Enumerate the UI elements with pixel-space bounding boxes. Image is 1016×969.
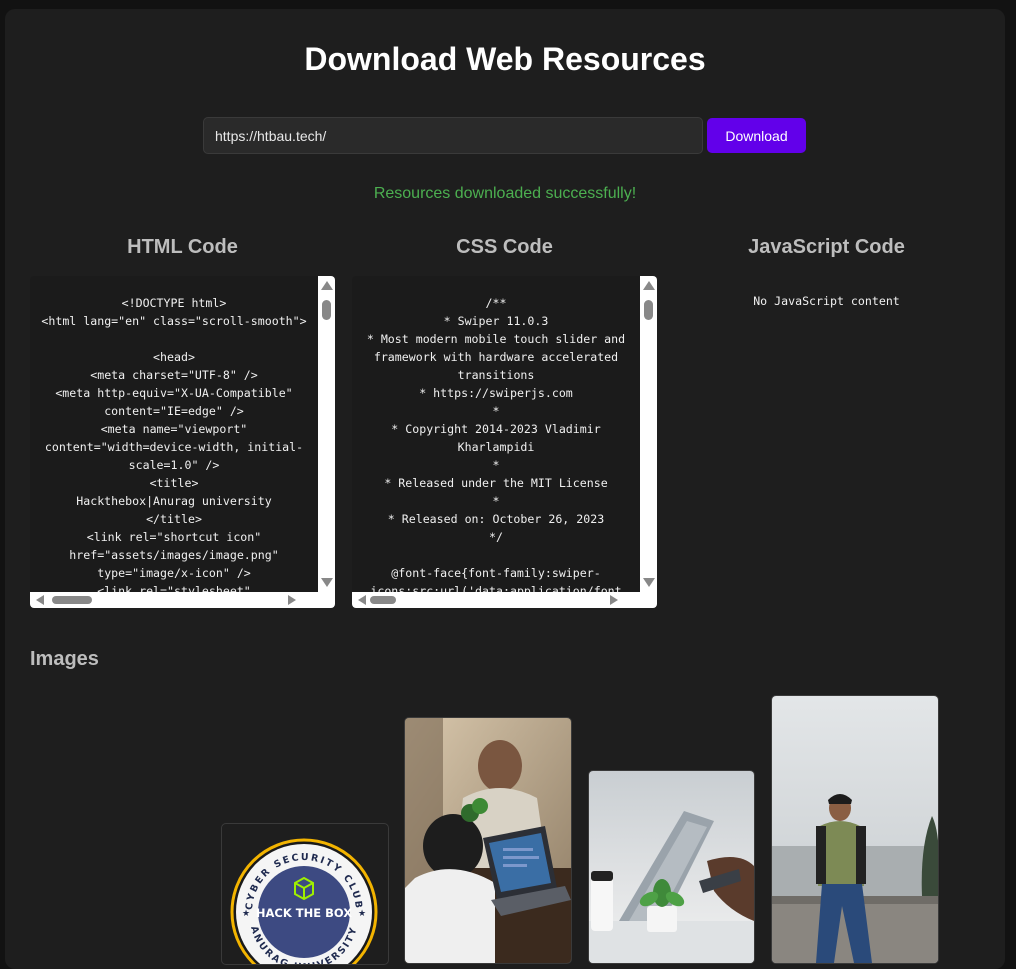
css-code-title: CSS Code xyxy=(456,236,553,258)
star-icon: ★ xyxy=(358,908,366,918)
html-code-content: <!DOCTYPE html> <html lang="en" class="s… xyxy=(41,296,307,592)
css-code-content: /** * Swiper 11.0.3 * Most modern mobile… xyxy=(366,296,626,592)
image-thumbnail-seaside-portrait[interactable] xyxy=(771,695,939,964)
scrollbar-corner xyxy=(318,592,335,608)
download-button[interactable]: Download xyxy=(707,118,806,153)
scroll-left-arrow-icon[interactable] xyxy=(358,595,366,605)
css-code-box: /** * Swiper 11.0.3 * Most modern mobile… xyxy=(352,276,657,608)
html-code-title: HTML Code xyxy=(127,236,238,258)
css-horizontal-scrollbar[interactable] xyxy=(352,592,640,608)
js-code-title: JavaScript Code xyxy=(748,236,905,258)
scroll-down-arrow-icon[interactable] xyxy=(643,578,655,587)
css-vertical-scrollbar[interactable] xyxy=(640,276,657,592)
star-icon: ★ xyxy=(242,908,250,918)
css-horizontal-scroll-thumb[interactable] xyxy=(370,596,396,604)
images-title: Images xyxy=(30,648,99,670)
html-horizontal-scroll-thumb[interactable] xyxy=(52,596,92,604)
url-input[interactable] xyxy=(203,117,703,154)
scroll-down-arrow-icon[interactable] xyxy=(321,578,333,587)
scroll-up-arrow-icon[interactable] xyxy=(321,281,333,290)
scrollbar-corner xyxy=(640,592,657,608)
css-vertical-scroll-thumb[interactable] xyxy=(644,300,653,320)
scroll-up-arrow-icon[interactable] xyxy=(643,281,655,290)
scroll-right-arrow-icon[interactable] xyxy=(288,595,296,605)
html-vertical-scrollbar[interactable] xyxy=(318,276,335,592)
badge-label: HACK THE BOX xyxy=(256,906,352,920)
image-thumbnail-coworking[interactable] xyxy=(404,717,572,964)
scroll-right-arrow-icon[interactable] xyxy=(610,595,618,605)
page-title: Download Web Resources xyxy=(304,41,706,77)
image-thumbnail-laptop-plant[interactable] xyxy=(588,770,755,964)
js-code-content: No JavaScript content xyxy=(753,294,900,308)
css-code-viewport[interactable]: /** * Swiper 11.0.3 * Most modern mobile… xyxy=(352,276,640,592)
image-thumbnail-badge[interactable]: CYBER SECURITY CLUB ANURAG UNIVERSITY HA… xyxy=(221,823,389,965)
html-code-viewport[interactable]: <!DOCTYPE html> <html lang="en" class="s… xyxy=(30,276,318,592)
laptop-plant-photo xyxy=(589,771,754,963)
scroll-left-arrow-icon[interactable] xyxy=(36,595,44,605)
html-horizontal-scrollbar[interactable] xyxy=(30,592,318,608)
hack-the-box-club-badge: CYBER SECURITY CLUB ANURAG UNIVERSITY HA… xyxy=(230,838,378,964)
seaside-portrait-photo xyxy=(772,696,938,963)
html-vertical-scroll-thumb[interactable] xyxy=(322,300,331,320)
coworking-photo xyxy=(405,718,571,963)
html-code-box: <!DOCTYPE html> <html lang="en" class="s… xyxy=(30,276,335,608)
status-message: Resources downloaded successfully! xyxy=(373,185,637,202)
